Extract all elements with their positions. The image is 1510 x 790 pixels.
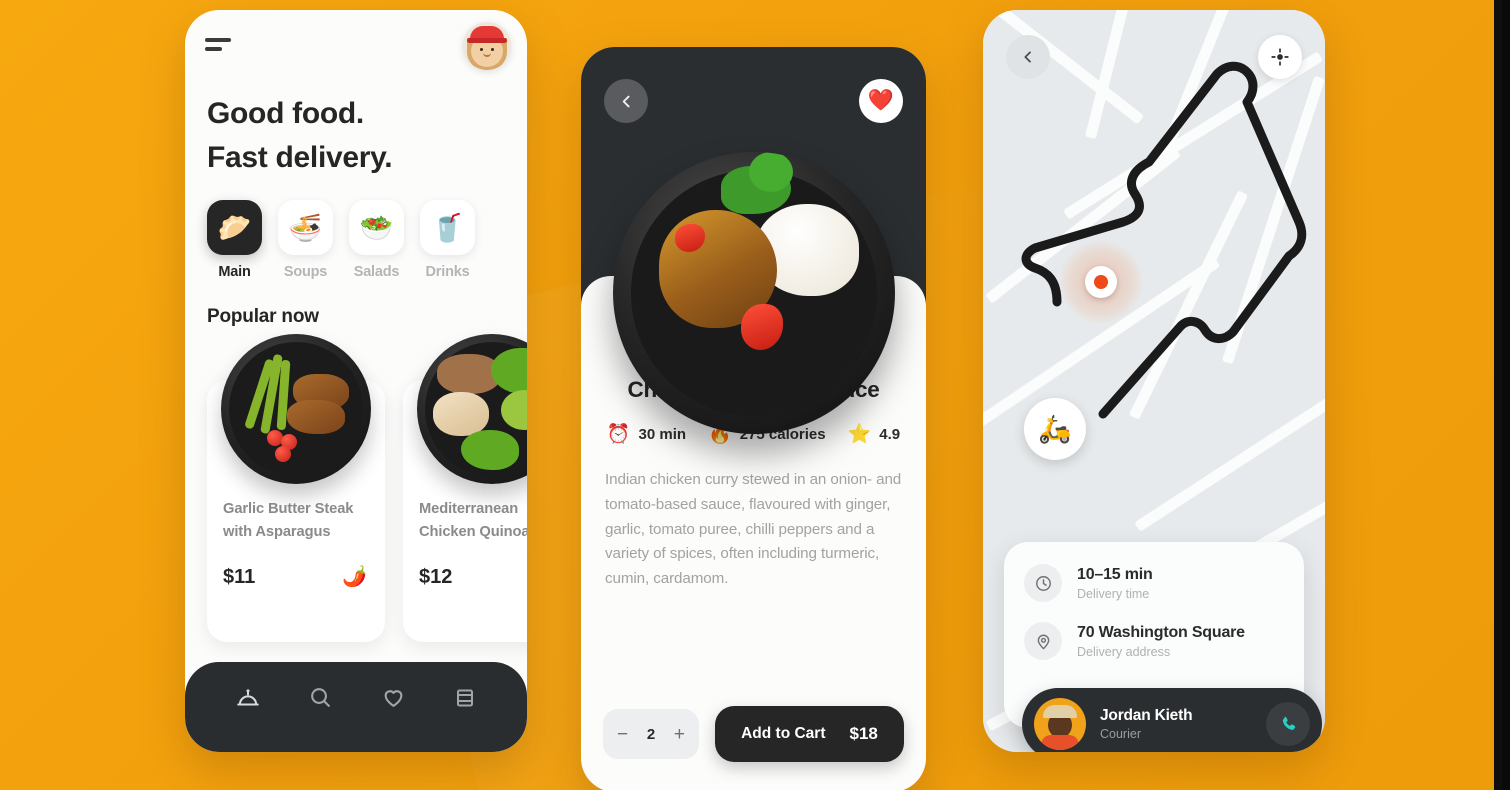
dish-photo [221, 334, 371, 485]
dumpling-icon: 🥟 [207, 200, 262, 256]
rating-value: 4.9 [879, 425, 901, 443]
dish-photo [417, 334, 527, 485]
detail-hero: ❤️ [581, 47, 926, 434]
delivery-info-card: 10–15 min Delivery time 70 Washington Sq… [1004, 542, 1322, 752]
prep-time-value: 30 min [638, 425, 687, 443]
category-list: 🥟 Main 🍜 Soups 🥗 Salads 🥤 Drinks [207, 200, 527, 280]
category-label: Main [218, 264, 251, 281]
search-icon[interactable] [308, 685, 333, 715]
detail-actions: − 2 + Add to Cart $18 [581, 706, 926, 790]
app-showcase-canvas: Good food. Fast delivery. 🥟 Main 🍜 Soups… [0, 0, 1502, 790]
courier-avatar [1034, 698, 1086, 750]
location-pin-icon [1024, 622, 1062, 660]
drink-icon: 🥤 [420, 200, 475, 256]
locate-me-icon[interactable] [1258, 35, 1302, 79]
list-item[interactable]: Garlic Butter Steak with Asparagus $11 🌶… [207, 334, 385, 643]
right-edge-bar [1494, 0, 1502, 790]
item-price: $11 [223, 566, 256, 589]
headline-line-1: Good food. [207, 97, 364, 130]
salad-icon: 🥗 [349, 200, 404, 256]
increment-button[interactable]: + [674, 725, 685, 744]
clock-icon [1024, 564, 1062, 602]
delivery-time-row: 10–15 min Delivery time [1024, 564, 1284, 602]
add-to-cart-label: Add to Cart [741, 725, 826, 742]
add-to-cart-button[interactable]: Add to Cart $18 [715, 706, 904, 762]
delivery-address-label: Delivery address [1077, 644, 1171, 659]
back-button[interactable] [1006, 35, 1050, 79]
delivery-time-label: Delivery time [1077, 586, 1150, 601]
noodles-icon: 🍜 [278, 200, 333, 256]
courier-role: Courier [1100, 727, 1141, 741]
rating: ⭐ 4.9 [848, 422, 901, 446]
quantity-stepper[interactable]: − 2 + [603, 709, 699, 759]
destination-pin-icon [1059, 240, 1143, 324]
dish-description: Indian chicken curry stewed in an onion-… [605, 471, 902, 588]
call-courier-button[interactable] [1266, 702, 1310, 746]
courier-name: Jordan Kieth [1100, 707, 1193, 724]
dish-photo [612, 152, 895, 434]
quantity-value: 2 [646, 725, 656, 743]
alarm-clock-icon: ⏰ [606, 424, 631, 445]
popular-list: Garlic Butter Steak with Asparagus $11 🌶… [207, 334, 527, 643]
cart-total-price: $18 [849, 724, 878, 743]
favorite-button[interactable]: ❤️ [859, 79, 903, 123]
category-label: Salads [353, 264, 400, 281]
delivery-time-value: 10–15 min [1077, 565, 1153, 583]
phone-screen-tracking: 🛵 10–15 min Delivery time 70 Washington … [983, 10, 1325, 752]
back-button[interactable] [604, 79, 648, 123]
home-header [185, 10, 527, 88]
delivery-address-value: 70 Washington Square [1077, 623, 1245, 641]
hamburger-icon[interactable] [205, 38, 233, 56]
category-label: Soups [283, 264, 328, 281]
category-label: Drinks [425, 264, 470, 281]
courier-marker-icon[interactable]: 🛵 [1024, 398, 1086, 460]
item-name: Mediterranean Chicken Quinoa [419, 501, 527, 540]
courier-card[interactable]: Jordan Kieth Courier [1022, 688, 1322, 752]
category-soups[interactable]: 🍜 Soups [278, 200, 333, 280]
category-main[interactable]: 🥟 Main [207, 200, 262, 280]
delivery-address-row: 70 Washington Square Delivery address [1024, 622, 1284, 660]
item-name: Garlic Butter Steak with Asparagus [223, 501, 354, 540]
headline-line-2: Fast delivery. [207, 141, 393, 175]
decrement-button[interactable]: − [617, 725, 628, 744]
prep-time: ⏰ 30 min [607, 422, 686, 446]
section-title: Popular now [207, 306, 319, 328]
orders-icon[interactable] [453, 686, 477, 715]
category-drinks[interactable]: 🥤 Drinks [420, 200, 475, 280]
phone-screen-detail: ❤️ Chicken Curry with Rice ⏰ 30 min 🔥 2 [581, 47, 926, 790]
avatar[interactable] [463, 22, 511, 70]
list-item[interactable]: Mediterranean Chicken Quinoa $12 [403, 334, 527, 643]
chili-icon: 🌶️ [342, 566, 367, 589]
heart-icon: ❤️ [867, 89, 895, 112]
star-icon: ⭐ [847, 424, 872, 445]
category-salads[interactable]: 🥗 Salads [349, 200, 404, 280]
bottom-tab-bar [185, 662, 527, 752]
item-price: $12 [419, 566, 453, 589]
page-title: Good food. Fast delivery. [207, 92, 527, 180]
heart-icon[interactable] [381, 685, 406, 715]
room-service-icon[interactable] [235, 685, 261, 716]
phone-screen-home: Good food. Fast delivery. 🥟 Main 🍜 Soups… [185, 10, 527, 752]
